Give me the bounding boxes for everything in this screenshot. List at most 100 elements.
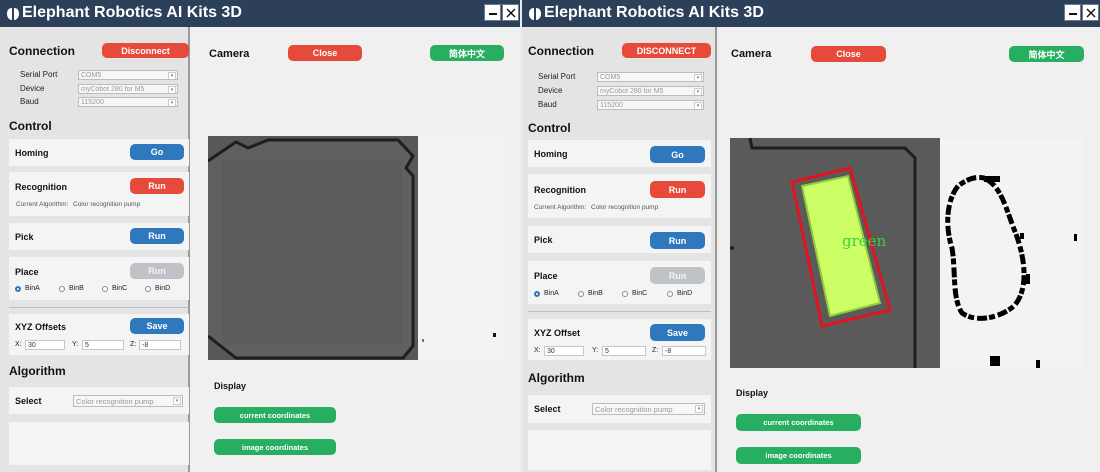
bin-b-radio[interactable]: BinB xyxy=(578,290,603,297)
bin-d-radio[interactable]: BinD xyxy=(667,290,692,297)
mask-graphic xyxy=(422,333,496,342)
x-label: X: xyxy=(534,347,541,354)
offsets-save-button[interactable]: Save xyxy=(650,324,705,341)
disconnect-button[interactable]: DISCONNECT xyxy=(622,43,711,58)
app-window-right: Elephant Robotics AI Kits 3D Connection … xyxy=(522,0,1100,472)
homing-go-button[interactable]: Go xyxy=(650,146,705,163)
baud-select[interactable]: 115200 ▾ xyxy=(597,100,704,110)
homing-card: Homing Go xyxy=(9,139,189,166)
homing-card: Homing Go xyxy=(528,140,711,167)
disconnect-button[interactable]: Disconnect xyxy=(102,43,189,58)
algorithm-select-label: Select xyxy=(534,404,561,414)
algorithm-heading: Algorithm xyxy=(528,371,585,385)
offsets-label: XYZ Offsets xyxy=(15,322,67,332)
algorithm-card: Select Color recognition pump ▾ xyxy=(528,395,711,423)
recognition-run-button[interactable]: Run xyxy=(130,178,184,194)
pick-label: Pick xyxy=(534,235,553,245)
place-card: Place Run BinA BinB BinC BinD xyxy=(528,261,711,304)
current-coordinates-button[interactable]: current coordinates xyxy=(214,407,336,423)
chevron-down-icon: ▾ xyxy=(168,86,176,93)
device-label: Device xyxy=(20,84,45,93)
homing-go-button[interactable]: Go xyxy=(130,144,184,160)
x-offset-input[interactable]: 30 xyxy=(544,346,584,356)
y-offset-input[interactable]: 5 xyxy=(82,340,124,350)
recognition-run-button[interactable]: Run xyxy=(650,181,705,198)
empty-panel xyxy=(9,422,189,465)
current-algorithm-label: Current Algorithm: xyxy=(534,204,587,211)
baud-select[interactable]: 115200 ▾ xyxy=(78,97,178,107)
serial-port-label: Serial Port xyxy=(538,72,576,81)
y-label: Y: xyxy=(72,341,79,348)
offsets-save-button[interactable]: Save xyxy=(130,318,184,334)
z-offset-input[interactable]: -8 xyxy=(662,346,706,356)
image-coordinates-button[interactable]: image coordinates xyxy=(214,439,336,455)
title-bar[interactable]: Elephant Robotics AI Kits 3D xyxy=(522,0,1100,27)
camera-heading: Camera xyxy=(731,48,772,60)
x-offset-input[interactable]: 30 xyxy=(25,340,65,350)
chevron-down-icon: ▾ xyxy=(168,99,176,106)
chevron-down-icon: ▾ xyxy=(173,397,181,405)
place-label: Place xyxy=(15,267,39,277)
language-button[interactable]: 简体中文 xyxy=(430,45,504,61)
display-heading: Display xyxy=(214,381,247,391)
serial-port-select[interactable]: COM5 ▾ xyxy=(597,72,704,82)
current-coordinates-button[interactable]: current coordinates xyxy=(736,414,861,431)
current-algorithm-value: Color recognition pump xyxy=(591,204,659,211)
baud-label: Baud xyxy=(20,97,39,106)
y-offset-input[interactable]: 5 xyxy=(602,346,646,356)
minimize-icon xyxy=(1068,12,1077,15)
z-offset-input[interactable]: -8 xyxy=(139,340,181,350)
chevron-down-icon: ▾ xyxy=(694,88,702,95)
algorithm-select[interactable]: Color recognition pump ▾ xyxy=(592,403,705,415)
empty-panel xyxy=(528,430,711,470)
bin-c-radio[interactable]: BinC xyxy=(622,290,647,297)
control-heading: Control xyxy=(528,121,571,135)
current-algorithm-label: Current Algorithm: xyxy=(16,201,69,208)
window-title: Elephant Robotics AI Kits 3D xyxy=(544,4,764,21)
place-run-button[interactable]: Run xyxy=(650,267,705,284)
camera-close-button[interactable]: Close xyxy=(811,46,886,62)
device-select[interactable]: myCobot 280 for M5 ▾ xyxy=(78,84,178,94)
device-select[interactable]: myCobot 280 for M5 ▾ xyxy=(597,86,704,96)
pick-label: Pick xyxy=(15,232,34,242)
bin-b-radio[interactable]: BinB xyxy=(59,285,84,292)
homing-label: Homing xyxy=(534,149,568,159)
z-label: Z: xyxy=(130,341,137,348)
x-label: X: xyxy=(15,341,22,348)
title-bar[interactable]: Elephant Robotics AI Kits 3D xyxy=(0,0,520,27)
algorithm-select[interactable]: Color recognition pump ▾ xyxy=(73,395,183,407)
algorithm-card: Select Color recognition pump ▾ xyxy=(9,387,189,414)
serial-port-select[interactable]: COM5 ▾ xyxy=(78,70,178,80)
minimize-button[interactable] xyxy=(1064,4,1081,21)
current-algorithm-value: Color recognition pump xyxy=(73,201,141,208)
pick-card: Pick Run xyxy=(9,223,189,250)
bin-c-radio[interactable]: BinC xyxy=(102,285,127,292)
control-panel: Connection DISCONNECT Serial Port COM5 ▾ … xyxy=(522,27,717,472)
offsets-label: XYZ Offset xyxy=(534,328,581,338)
close-window-button[interactable] xyxy=(1082,4,1099,21)
camera-feed xyxy=(208,136,418,360)
minimize-button[interactable] xyxy=(484,4,501,21)
language-button[interactable]: 简体中文 xyxy=(1009,46,1084,62)
control-heading: Control xyxy=(9,119,52,133)
offsets-card: XYZ Offset Save X: 30 Y: 5 Z: -8 xyxy=(528,319,711,360)
camera-close-button[interactable]: Close xyxy=(288,45,362,61)
close-window-button[interactable] xyxy=(502,4,519,21)
camera-feed: green xyxy=(730,138,940,368)
divider xyxy=(9,307,189,308)
place-run-button[interactable]: Run xyxy=(130,263,184,279)
bin-a-radio[interactable]: BinA xyxy=(534,290,559,297)
connection-heading: Connection xyxy=(9,44,75,58)
image-coordinates-button[interactable]: image coordinates xyxy=(736,447,861,464)
y-label: Y: xyxy=(592,347,599,354)
control-panel: Connection Disconnect Serial Port COM5 ▾ … xyxy=(0,27,190,472)
baud-label: Baud xyxy=(538,100,557,109)
display-heading: Display xyxy=(736,388,769,398)
pick-run-button[interactable]: Run xyxy=(130,228,184,244)
recognition-label: Recognition xyxy=(534,185,586,195)
pick-run-button[interactable]: Run xyxy=(650,232,705,249)
bin-d-radio[interactable]: BinD xyxy=(145,285,170,292)
bin-a-radio[interactable]: BinA xyxy=(15,285,40,292)
camera-frame-graphic xyxy=(208,136,418,360)
app-window-left: Elephant Robotics AI Kits 3D Connection … xyxy=(0,0,520,472)
